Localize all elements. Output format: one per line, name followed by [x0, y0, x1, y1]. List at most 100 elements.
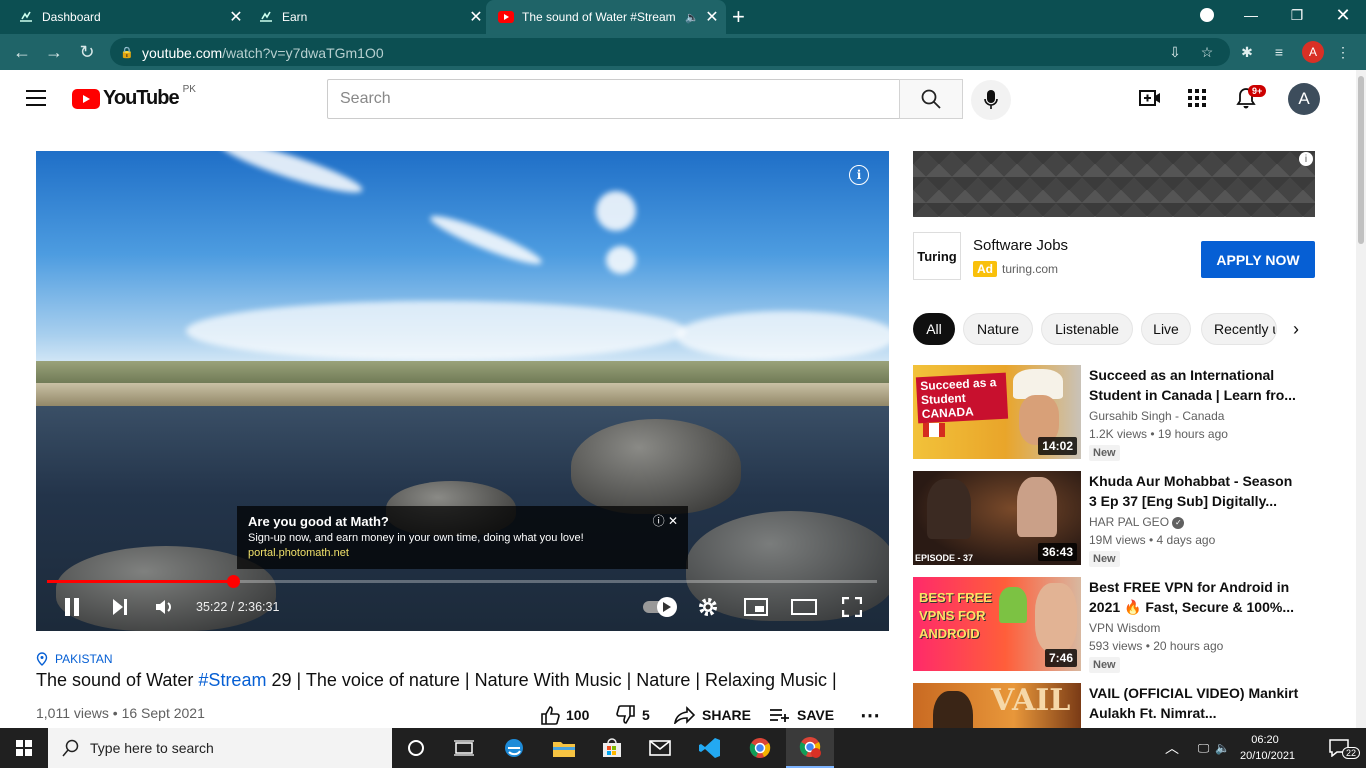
audio-playing-icon[interactable]: 🔈 [682, 11, 702, 24]
taskbar-mail[interactable] [636, 728, 684, 768]
settings-button[interactable] [696, 587, 720, 627]
video-title[interactable]: Best FREE VPN for Android in 2021 🔥 Fast… [1089, 577, 1299, 617]
close-tab-icon[interactable]: ✕ [702, 7, 722, 27]
video-thumbnail[interactable]: Succeed as a Student CANADA 14:02 [913, 365, 1081, 459]
video-thumbnail[interactable]: VAIL [913, 683, 1081, 728]
dislike-button[interactable]: 5 [616, 704, 650, 726]
theater-mode-button[interactable] [790, 587, 818, 627]
minimize-button[interactable]: — [1228, 0, 1274, 30]
show-hidden-icons-button[interactable]: ︿ [1160, 728, 1184, 768]
channel-name[interactable]: HAR PAL GEO ✓ [1089, 515, 1185, 529]
like-button[interactable]: 100 [540, 704, 589, 726]
tab-search-button[interactable] [1184, 0, 1230, 30]
forward-button[interactable]: → [42, 40, 66, 64]
channel-name[interactable]: VPN Wisdom [1089, 621, 1160, 635]
youtube-logo[interactable]: YouTube PK [72, 84, 196, 110]
next-button[interactable] [106, 587, 134, 627]
taskbar-file-explorer[interactable] [540, 728, 588, 768]
share-button[interactable]: SHARE [674, 704, 751, 726]
close-window-button[interactable]: ✕ [1320, 0, 1366, 30]
scrollbar-thumb[interactable] [1358, 76, 1364, 244]
hashtag-link[interactable]: #Stream [198, 670, 266, 690]
task-view-button[interactable] [440, 728, 488, 768]
hamburger-menu-icon[interactable] [26, 90, 46, 106]
video-title[interactable]: VAIL (OFFICIAL VIDEO) Mankirt Aulakh Ft.… [1089, 683, 1299, 723]
overlay-ad[interactable]: Are you good at Math? Sign-up now, and e… [237, 506, 688, 569]
browser-tab-strip: Dashboard ✕ Earn ✕ The sound of Water #S… [0, 0, 1366, 34]
chip-all[interactable]: All [913, 313, 955, 345]
taskbar-clock[interactable]: 06:20 20/10/2021 [1240, 732, 1295, 764]
tab-earn[interactable]: Earn ✕ [240, 0, 486, 34]
miniplayer-button[interactable] [743, 587, 769, 627]
chips-next-button[interactable]: › [1277, 313, 1315, 345]
taskbar-edge[interactable] [490, 728, 538, 768]
install-app-icon[interactable]: ⇩ [1166, 43, 1184, 61]
video-title[interactable]: Khuda Aur Mohabbat - Season 3 Ep 37 [Eng… [1089, 471, 1299, 511]
taskbar-chrome[interactable] [736, 728, 784, 768]
ad-info-icon[interactable]: ⓘ [653, 514, 665, 528]
recommended-video[interactable]: EPISODE - 37 36:43 Khuda Aur Mohabbat - … [913, 471, 1315, 567]
back-button[interactable]: ← [10, 40, 34, 64]
overlay-ad-url[interactable]: portal.photomath.net [248, 547, 677, 559]
video-thumbnail[interactable]: EPISODE - 37 36:43 [913, 471, 1081, 565]
chip-live[interactable]: Live [1141, 313, 1191, 345]
sponsored-ad[interactable]: Turing Software Jobs Ad turing.com APPLY… [913, 232, 1315, 284]
recommended-video[interactable]: BEST FREE VPNS FOR ANDROID 7:46 Best FRE… [913, 577, 1315, 673]
bookmark-star-icon[interactable]: ☆ [1198, 43, 1216, 61]
address-bar[interactable]: 🔒 youtube.com/watch?v=y7dwaTGm1O0 ⇩ ☆ [110, 38, 1230, 66]
search-input[interactable]: Search [327, 79, 900, 119]
search-button[interactable] [899, 79, 963, 119]
channel-name[interactable]: Gursahib Singh - Canada [1089, 409, 1224, 423]
autoplay-toggle[interactable] [638, 587, 678, 627]
network-icon: 🖵 [1197, 740, 1210, 755]
voice-search-button[interactable] [971, 80, 1011, 120]
chip-nature[interactable]: Nature [963, 313, 1033, 345]
save-button[interactable]: SAVE [769, 704, 834, 726]
recommended-video[interactable]: Succeed as a Student CANADA 14:02 Succee… [913, 365, 1315, 461]
pause-button[interactable] [58, 587, 86, 627]
new-tab-button[interactable]: + [732, 0, 762, 34]
video-thumbnail[interactable]: BEST FREE VPNS FOR ANDROID 7:46 [913, 577, 1081, 671]
system-tray[interactable]: 🖵 🔈 [1186, 728, 1242, 768]
profile-avatar[interactable]: A [1302, 41, 1324, 63]
extensions-puzzle-icon[interactable]: ✱ [1238, 43, 1256, 61]
reload-button[interactable]: ↻ [75, 40, 99, 64]
video-player[interactable]: i Are you good at Math? Sign-up now, and… [36, 151, 889, 631]
taskbar-search[interactable]: Type here to search [48, 728, 392, 768]
volume-button[interactable] [152, 587, 178, 627]
media-control-icon[interactable]: ≡ [1270, 43, 1288, 61]
more-actions-button[interactable]: ⋯ [860, 704, 880, 727]
notifications-button[interactable]: 9+ [1236, 85, 1267, 115]
info-icon[interactable]: i [849, 165, 869, 185]
apps-grid-icon[interactable] [1188, 89, 1206, 112]
taskbar-store[interactable] [588, 728, 636, 768]
sponsored-banner[interactable] [913, 151, 1315, 217]
recommended-video[interactable]: VAIL VAIL (OFFICIAL VIDEO) Mankirt Aulak… [913, 683, 1315, 728]
ad-info-icon[interactable]: i [1299, 152, 1313, 166]
tab-youtube-active[interactable]: The sound of Water #Stream 🔈 ✕ [486, 0, 726, 34]
logo-text: YouTube [103, 87, 180, 109]
taskbar-chrome-profile-active[interactable] [786, 728, 834, 768]
thumbs-up-icon [541, 706, 560, 725]
create-video-icon[interactable] [1139, 88, 1161, 113]
url-text[interactable]: youtube.com/watch?v=y7dwaTGm1O0 [142, 45, 384, 61]
location-tag[interactable]: PAKISTAN [36, 652, 113, 666]
arrow-left-icon: ← [13, 41, 31, 62]
account-avatar[interactable]: A [1288, 83, 1320, 115]
start-button[interactable] [0, 728, 48, 768]
cortana-button[interactable] [392, 728, 440, 768]
tab-dashboard[interactable]: Dashboard ✕ [0, 0, 246, 34]
fullscreen-button[interactable] [839, 587, 865, 627]
action-center-button[interactable]: 22 [1314, 728, 1364, 768]
chip-recently-uploaded[interactable]: Recently uploaded [1201, 313, 1277, 345]
more-menu-icon[interactable]: ⋮ [1334, 43, 1352, 61]
apply-now-button[interactable]: APPLY NOW [1201, 241, 1315, 278]
restore-button[interactable]: ❐ [1274, 0, 1320, 30]
video-title-text: The sound of Water [36, 670, 199, 690]
taskbar-vscode[interactable] [686, 728, 734, 768]
close-tab-icon[interactable]: ✕ [466, 7, 486, 27]
progress-bar[interactable] [47, 575, 877, 588]
chip-listenable[interactable]: Listenable [1041, 313, 1133, 345]
video-title[interactable]: Succeed as an International Student in C… [1089, 365, 1299, 405]
close-ad-icon[interactable]: ✕ [668, 514, 678, 528]
